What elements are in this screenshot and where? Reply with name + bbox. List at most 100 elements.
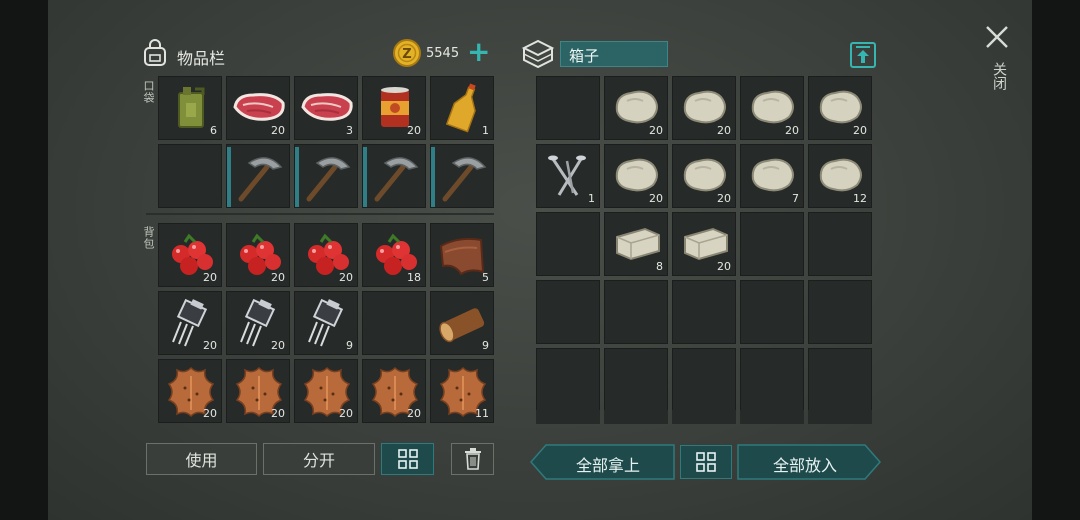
chest-slot[interactable] <box>536 76 600 140</box>
chest-slot[interactable]: 12 <box>808 144 872 208</box>
item-quantity: 20 <box>649 192 663 205</box>
take-all-label[interactable]: 全部拿上 <box>548 452 668 476</box>
chest-slot[interactable]: 20 <box>604 76 668 140</box>
backpack-slot[interactable]: 20 <box>226 291 290 355</box>
delete-button[interactable] <box>451 443 494 475</box>
item-quantity: 20 <box>271 407 285 420</box>
chest-slot[interactable] <box>740 212 804 276</box>
item-quantity: 1 <box>588 192 595 205</box>
chest-grid-scroll-hint <box>536 410 876 424</box>
backpack-slot[interactable]: 9 <box>294 291 358 355</box>
item-quantity: 20 <box>853 124 867 137</box>
backpack-slot[interactable]: 20 <box>158 223 222 287</box>
backpack-slot[interactable]: 11 <box>430 359 494 423</box>
chest-slot[interactable] <box>536 348 600 412</box>
split-button[interactable]: 分开 <box>263 443 375 475</box>
chest-slot[interactable] <box>672 280 736 344</box>
backpack-slot[interactable]: 5 <box>430 223 494 287</box>
pickaxe-icon <box>306 157 351 202</box>
pocket-slot[interactable] <box>294 144 358 208</box>
backpack-slot[interactable]: 9 <box>430 291 494 355</box>
sort-chest-button[interactable] <box>680 445 732 479</box>
pocket-slot[interactable] <box>362 144 426 208</box>
chest-slot[interactable]: 20 <box>672 212 736 276</box>
chest-slot[interactable] <box>604 280 668 344</box>
backpack-slot[interactable]: 20 <box>294 359 358 423</box>
coin-count: 5545 <box>426 46 460 61</box>
pickaxe-icon <box>374 157 419 202</box>
pocket-slot[interactable] <box>226 144 290 208</box>
close-icon[interactable] <box>984 24 1010 50</box>
item-quantity: 20 <box>271 124 285 137</box>
item-quantity: 7 <box>792 192 799 205</box>
chest-slot[interactable] <box>808 280 872 344</box>
chest-slot[interactable] <box>808 348 872 412</box>
item-quantity: 20 <box>407 407 421 420</box>
use-button[interactable]: 使用 <box>146 443 257 475</box>
close-label[interactable]: 关闭 <box>989 62 1009 90</box>
backpack-slot[interactable]: 20 <box>158 291 222 355</box>
pocket-slot[interactable]: 20 <box>226 76 290 140</box>
pocket-slot[interactable] <box>430 144 494 208</box>
chest-slot[interactable] <box>808 212 872 276</box>
backpack-slot[interactable]: 18 <box>362 223 426 287</box>
pickaxe-icon <box>442 157 487 202</box>
pocket-slot[interactable]: 3 <box>294 76 358 140</box>
item-quantity: 20 <box>717 124 731 137</box>
add-coins-button[interactable]: + <box>467 36 490 68</box>
pocket-slot[interactable]: 1 <box>430 76 494 140</box>
item-quantity: 1 <box>482 124 489 137</box>
chest-slot[interactable] <box>740 280 804 344</box>
grid-icon <box>696 452 716 472</box>
chest-slot[interactable]: 8 <box>604 212 668 276</box>
item-quantity: 20 <box>339 271 353 284</box>
backpack-slot[interactable]: 20 <box>158 359 222 423</box>
chest-slot[interactable]: 7 <box>740 144 804 208</box>
chest-slot[interactable]: 20 <box>672 144 736 208</box>
svg-text:Z: Z <box>402 47 411 62</box>
chest-slot[interactable] <box>740 348 804 412</box>
pocket-slot[interactable] <box>158 144 222 208</box>
chest-slot[interactable]: 1 <box>536 144 600 208</box>
item-quantity: 9 <box>482 339 489 352</box>
chest-slot[interactable] <box>536 280 600 344</box>
coin-icon: Z <box>393 39 421 67</box>
trash-icon <box>464 448 481 470</box>
chest-slot[interactable]: 20 <box>604 144 668 208</box>
chest-slot[interactable]: 20 <box>808 76 872 140</box>
item-quantity: 20 <box>649 124 663 137</box>
backpack-slot[interactable]: 20 <box>226 223 290 287</box>
game-screen: 物品栏 Z 5545 + 口袋 背包 6 20 3 20 1 20 20 20 18 5 20 20… <box>0 0 1080 520</box>
item-quantity: 20 <box>717 192 731 205</box>
chest-slot[interactable] <box>604 348 668 412</box>
item-quantity: 12 <box>853 192 867 205</box>
item-quantity: 6 <box>210 124 217 137</box>
backpack-slot[interactable]: 20 <box>294 223 358 287</box>
item-quantity: 18 <box>407 271 421 284</box>
pickaxe-icon <box>238 157 283 202</box>
pocket-slot[interactable]: 20 <box>362 76 426 140</box>
item-quantity: 11 <box>475 407 489 420</box>
right-edge <box>1032 0 1080 520</box>
upload-icon[interactable] <box>849 41 877 69</box>
backpack-slot[interactable] <box>362 291 426 355</box>
item-quantity: 8 <box>656 260 663 273</box>
item-quantity: 20 <box>339 407 353 420</box>
inventory-title: 物品栏 <box>177 49 226 68</box>
grid-icon <box>397 449 418 469</box>
chest-slot[interactable]: 20 <box>740 76 804 140</box>
pocket-slot[interactable]: 6 <box>158 76 222 140</box>
item-quantity: 9 <box>346 339 353 352</box>
backpack-slot[interactable]: 20 <box>226 359 290 423</box>
chest-slot[interactable] <box>536 212 600 276</box>
chest-icon <box>521 39 555 69</box>
chest-slot[interactable] <box>672 348 736 412</box>
backpack-icon <box>144 39 166 66</box>
backpack-slot[interactable]: 20 <box>362 359 426 423</box>
chest-name-field[interactable]: 箱子 <box>560 41 668 67</box>
item-quantity: 20 <box>271 271 285 284</box>
sort-inventory-button[interactable] <box>381 443 434 475</box>
put-all-label[interactable]: 全部放入 <box>745 452 865 476</box>
left-edge <box>0 0 48 520</box>
chest-slot[interactable]: 20 <box>672 76 736 140</box>
